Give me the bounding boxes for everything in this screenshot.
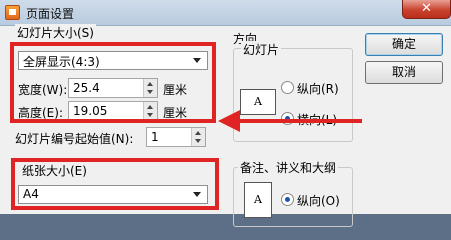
height-value: 19.05 bbox=[73, 104, 108, 118]
spin-down-icon bbox=[195, 139, 201, 143]
height-unit: 厘米 bbox=[163, 106, 188, 120]
paper-size-group-label: 纸张大小(E) bbox=[20, 162, 89, 179]
spin-up-icon bbox=[195, 131, 201, 135]
width-label: 宽度(W): bbox=[18, 83, 68, 97]
landscape-page-icon: A bbox=[240, 89, 276, 115]
spin-up-icon bbox=[147, 82, 153, 86]
notes-portrait-label[interactable]: 纵向(O) bbox=[297, 192, 340, 209]
slides-landscape-radio[interactable] bbox=[281, 112, 294, 125]
cancel-button[interactable]: 取消 bbox=[365, 61, 443, 84]
portrait-page-icon: A bbox=[244, 182, 272, 218]
width-value: 25.4 bbox=[73, 81, 100, 95]
ok-button[interactable]: 确定 bbox=[365, 33, 443, 56]
close-button[interactable]: ✕ bbox=[402, 0, 451, 19]
title-bar[interactable]: 页面设置 ✕ bbox=[0, 0, 451, 26]
numbering-start-label: 幻灯片编号起始值(N): bbox=[15, 132, 134, 146]
height-spin-buttons[interactable] bbox=[143, 102, 157, 120]
window-title: 页面设置 bbox=[26, 7, 75, 21]
width-spin-buttons[interactable] bbox=[143, 79, 157, 97]
spin-down-icon bbox=[147, 90, 153, 94]
notes-portrait-radio[interactable] bbox=[281, 193, 294, 206]
slide-size-select[interactable]: 全屏显示(4:3) bbox=[18, 51, 208, 70]
slides-landscape-label[interactable]: 横向(L) bbox=[297, 111, 337, 128]
paper-size-selected-value: A4 bbox=[23, 187, 39, 201]
app-icon bbox=[5, 5, 20, 20]
numbering-start-value: 1 bbox=[151, 130, 159, 144]
spin-up-icon bbox=[147, 105, 153, 109]
slides-portrait-label[interactable]: 纵向(R) bbox=[297, 80, 339, 97]
page-setup-dialog: 幻灯片大小(S) 全屏显示(4:3) 宽度(W): 25.4 厘米 高度(E):… bbox=[0, 24, 451, 227]
height-label: 高度(E): bbox=[18, 106, 63, 120]
numbering-start-spinner[interactable]: 1 bbox=[146, 127, 206, 147]
paper-size-select[interactable]: A4 bbox=[18, 185, 208, 204]
slide-size-selected-value: 全屏显示(4:3) bbox=[23, 55, 100, 69]
spin-down-icon bbox=[147, 113, 153, 117]
chevron-down-icon bbox=[193, 58, 201, 63]
width-spinner[interactable]: 25.4 bbox=[68, 78, 158, 98]
notes-orientation-label: 备注、讲义和大纲 bbox=[238, 159, 339, 176]
slides-orientation-label: 幻灯片 bbox=[241, 41, 282, 58]
width-unit: 厘米 bbox=[163, 83, 188, 97]
height-spinner[interactable]: 19.05 bbox=[68, 101, 158, 121]
slide-size-group-label: 幻灯片大小(S) bbox=[15, 24, 96, 41]
chevron-down-icon bbox=[193, 192, 201, 197]
numbering-spin-buttons[interactable] bbox=[191, 128, 205, 146]
slides-portrait-radio[interactable] bbox=[281, 81, 294, 94]
